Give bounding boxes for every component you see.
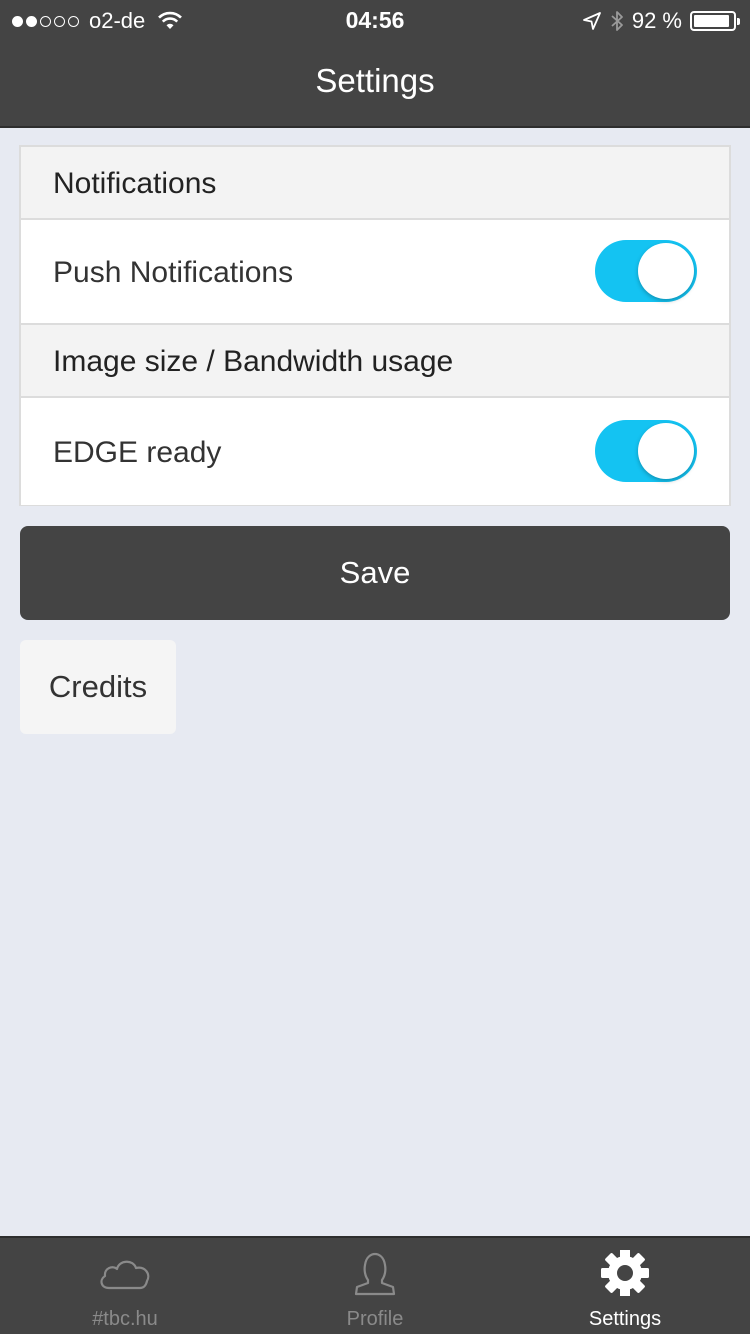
- section-header-label: Image size / Bandwidth usage: [53, 345, 454, 378]
- push-notifications-toggle[interactable]: [595, 240, 697, 302]
- setting-label: Push Notifications: [53, 256, 294, 289]
- settings-card: Notifications Push Notifications Image s…: [19, 145, 731, 506]
- tab-label: #tbc.hu: [92, 1308, 158, 1330]
- edge-ready-toggle[interactable]: [595, 420, 697, 482]
- setting-row-push-notifications: Push Notifications: [21, 220, 729, 325]
- toggle-knob: [638, 423, 694, 479]
- setting-row-edge-ready: EDGE ready: [21, 400, 729, 505]
- person-icon: [354, 1252, 396, 1296]
- tab-label: Profile: [346, 1308, 404, 1330]
- bluetooth-icon: [611, 11, 623, 31]
- battery-percentage: 92 %: [631, 8, 682, 33]
- section-header-image-size: Image size / Bandwidth usage: [21, 325, 729, 398]
- setting-label: EDGE ready: [53, 436, 222, 469]
- page-title: Settings: [315, 62, 435, 99]
- section-header-label: Notifications: [53, 167, 217, 200]
- top-bar: o2-de 04:56 92 % Settings: [0, 0, 750, 128]
- tab-label: Settings: [588, 1308, 662, 1330]
- toggle-knob: [638, 243, 694, 299]
- credits-button[interactable]: Credits: [20, 640, 176, 734]
- location-arrow-icon: [582, 12, 601, 30]
- tab-tbc[interactable]: #tbc.hu: [0, 1238, 250, 1334]
- gear-icon: [601, 1250, 649, 1296]
- save-button[interactable]: Save: [20, 526, 730, 620]
- status-right: 92 %: [582, 8, 740, 34]
- status-bar: o2-de 04:56 92 %: [0, 0, 750, 40]
- tab-settings[interactable]: Settings: [500, 1238, 750, 1334]
- battery-fill: [694, 15, 729, 27]
- battery-icon: [690, 11, 740, 31]
- section-header-notifications: Notifications: [21, 147, 729, 220]
- tab-profile[interactable]: Profile: [250, 1238, 500, 1334]
- tab-bar: #tbc.hu Profile Settings: [0, 1236, 750, 1334]
- cloud-icon: [100, 1260, 150, 1290]
